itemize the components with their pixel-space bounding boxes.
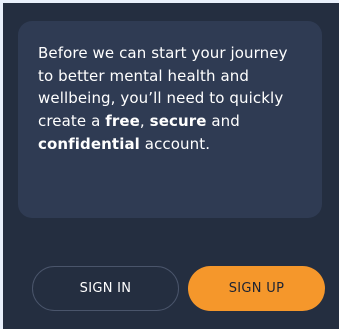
intro-text-2: ,: [139, 112, 150, 131]
intro-text-3: and: [206, 112, 240, 131]
intro-emphasis-confidential: confidential: [38, 134, 140, 153]
sign-in-label: SIGN IN: [79, 281, 132, 296]
intro-message: Before we can start your journey to bett…: [38, 42, 306, 156]
intro-emphasis-free: free: [105, 112, 140, 131]
intro-text-4: account.: [139, 134, 211, 153]
onboarding-panel: Before we can start your journey to bett…: [0, 0, 339, 329]
intro-card: Before we can start your journey to bett…: [18, 21, 322, 218]
intro-emphasis-secure: secure: [149, 112, 207, 131]
sign-in-button[interactable]: SIGN IN: [32, 266, 179, 311]
sign-up-label: SIGN UP: [228, 281, 285, 296]
sign-up-button[interactable]: SIGN UP: [188, 266, 325, 311]
